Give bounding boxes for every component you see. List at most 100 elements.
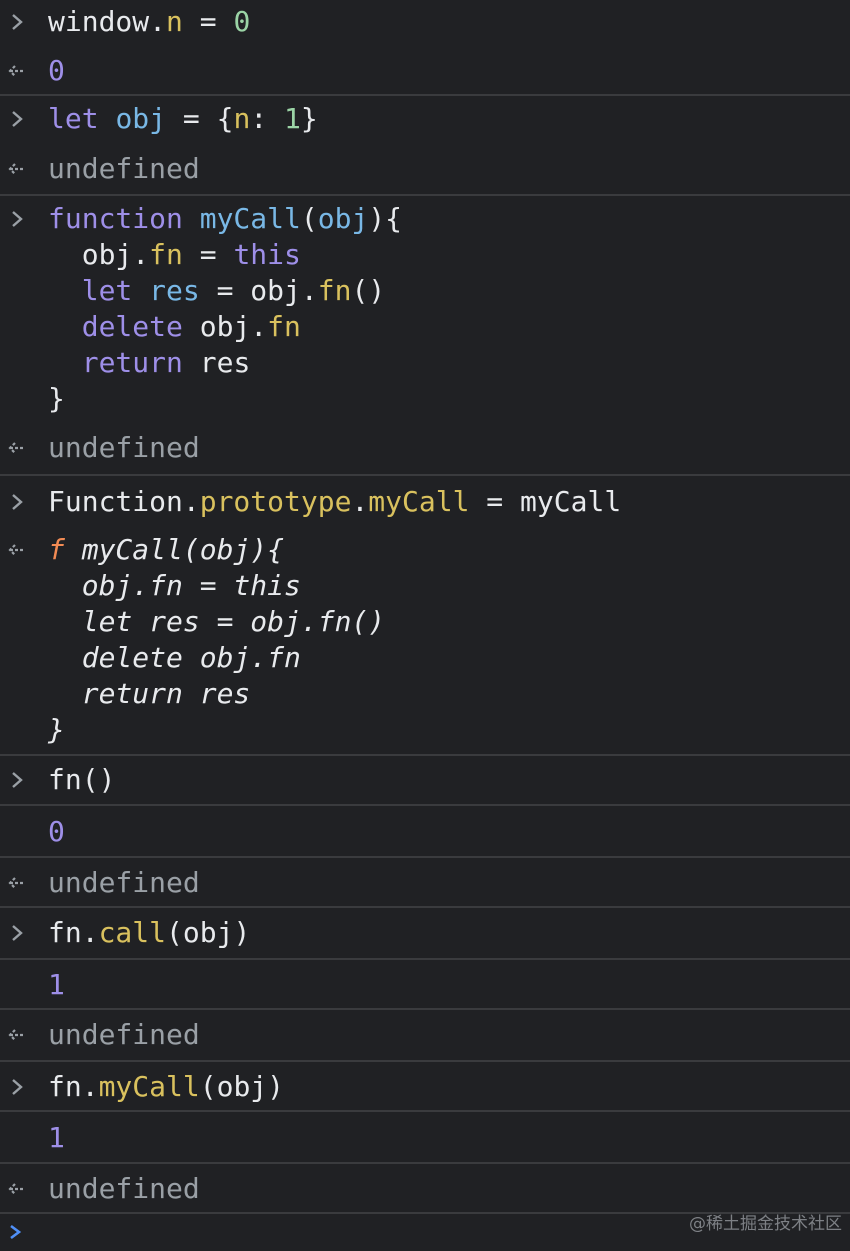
console-entry: undefined [0,858,850,908]
devtools-console: window.n = 0 0 let obj = {n: 1} undefine… [0,0,850,1214]
chevron-right-icon [6,4,30,40]
console-entry: undefined [0,1010,850,1062]
token: res [182,346,251,379]
console-input-line[interactable]: } [48,381,65,417]
token: . [182,485,200,518]
token: let [48,102,99,135]
token: myCall [199,202,301,235]
token: prototype [199,485,352,518]
console-entry: fn.myCall(obj) [0,1062,850,1112]
token: myCall [368,485,470,518]
console-input[interactable]: window.n = 0 [48,4,250,40]
console-input-line[interactable]: return res [48,345,251,381]
token: ){ [368,202,403,235]
token: myCall [98,1070,200,1103]
console-entry: window.n = 0 0 [0,0,850,96]
token: myCall [520,485,622,518]
token: res [149,274,200,307]
chevron-right-icon [6,915,30,951]
token: this [233,238,301,271]
token: . [149,5,167,38]
return-arrow-icon [6,1017,30,1053]
watermark: @稀土掘金技术社区 [689,1214,842,1234]
token: = [182,238,234,271]
chevron-right-icon [6,484,30,520]
return-arrow-icon [6,430,30,466]
token: (obj) [199,1070,285,1103]
token: fn [267,310,301,343]
console-log-entry: 1 [0,960,850,1010]
token: obj [115,102,167,135]
token: = { [166,102,234,135]
console-input[interactable]: fn() [48,762,115,798]
token: } [300,102,318,135]
token: 0 [233,5,251,38]
console-result: undefined [48,431,200,464]
prompt-caret-icon[interactable] [6,1218,26,1251]
chevron-right-icon [6,201,30,237]
console-input-line[interactable]: delete obj.fn [48,309,301,345]
token: window [48,5,150,38]
token: delete [81,310,183,343]
return-arrow-icon [6,865,30,901]
token: n [166,5,183,38]
console-entry: undefined [0,1164,850,1214]
console-input[interactable]: let obj = {n: 1} [48,101,318,137]
token: n [233,102,251,135]
token: obj. [48,238,150,271]
return-arrow-icon [6,532,30,568]
console-input-line[interactable]: let res = obj.fn() [48,273,385,309]
token: . [81,1070,99,1103]
console-input[interactable]: fn.call(obj) [48,915,250,951]
console-result: undefined [48,152,200,185]
console-result: 0 [48,54,65,87]
console-result: undefined [48,866,200,899]
console-result-line[interactable]: f myCall(obj){ [48,532,284,568]
token: = [182,5,234,38]
function-badge: f [48,533,65,566]
token: fn [48,916,82,949]
console-result-line: return res [48,677,251,710]
console-input-line[interactable]: obj.fn = this [48,237,301,273]
return-arrow-icon [6,53,30,89]
token: () [351,274,386,307]
console-result: undefined [48,1172,200,1205]
console-input-line[interactable]: function myCall(obj){ [48,201,402,237]
console-log-entry: 0 [0,806,850,858]
token: fn [317,274,352,307]
console-entry: function myCall(obj){ obj.fn = this let … [0,196,850,476]
console-input[interactable]: fn.myCall(obj) [48,1069,284,1105]
token: call [98,916,167,949]
console-result-line: obj.fn = this [48,569,301,602]
token: myCall(obj){ [64,533,285,566]
console-result-line: let res = obj.fn() [48,605,386,638]
console-input[interactable]: Function.prototype.myCall = myCall [48,484,621,520]
token: fn [48,1070,82,1103]
console-entry: fn() [0,756,850,806]
token: 1 [284,102,301,135]
token: Function [48,485,183,518]
console-log-entry: 1 [0,1112,850,1164]
token: = obj. [199,274,318,307]
console-log: 1 [48,1121,65,1154]
console-result-line: } [48,713,65,746]
console-result: undefined [48,1018,200,1051]
chevron-right-icon [6,101,30,137]
return-arrow-icon [6,151,30,187]
token: ( [300,202,318,235]
token: = [469,485,521,518]
chevron-right-icon [6,762,30,798]
return-arrow-icon [6,1171,30,1207]
console-log: 1 [48,968,65,1001]
token: (obj) [166,916,251,949]
chevron-right-icon [6,1069,30,1105]
console-entry: let obj = {n: 1} undefined [0,96,850,196]
token: obj. [182,310,268,343]
token: . [351,485,369,518]
